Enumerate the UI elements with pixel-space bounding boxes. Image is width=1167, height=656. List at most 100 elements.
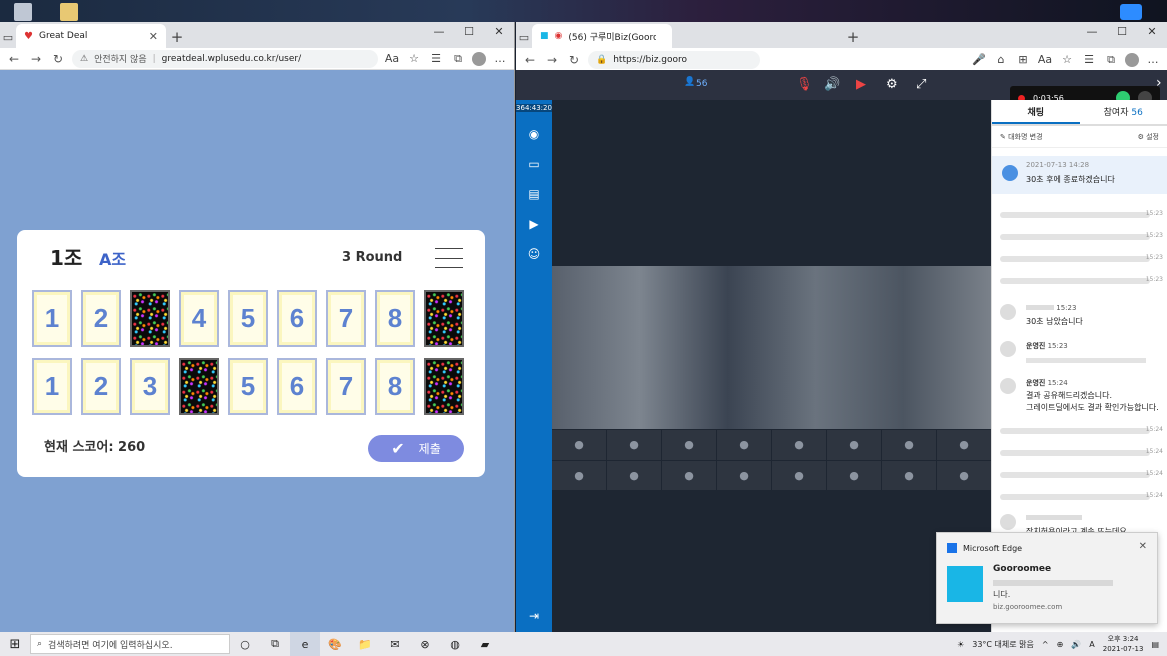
close-notification-icon[interactable]: ✕ [1139, 541, 1147, 552]
number-card[interactable]: 6 [277, 358, 317, 415]
number-card[interactable]: 7 [326, 290, 366, 347]
menu-icon[interactable] [435, 248, 463, 268]
notification-center-icon[interactable]: ▤ [1151, 640, 1159, 649]
mic-muted-icon[interactable]: 🎙 [796, 77, 813, 92]
refresh-icon[interactable]: ↻ [50, 52, 66, 66]
maximize-icon[interactable]: ☐ [454, 22, 484, 42]
close-tab-icon[interactable]: ✕ [149, 30, 158, 43]
new-tab-button[interactable]: + [166, 26, 188, 48]
edge-taskbar-icon[interactable]: e [290, 632, 320, 656]
participant-placeholder-grid: ● ● ● ● ● ● ● ● ● ● ● ● ● ● ● ● [552, 430, 991, 490]
number-card[interactable]: 2 [81, 290, 121, 347]
number-card[interactable]: 8 [375, 358, 415, 415]
emoji-icon[interactable]: ☺ [526, 246, 542, 262]
language-icon[interactable]: A [1089, 640, 1094, 649]
favorites-list-icon[interactable]: ☰ [1081, 53, 1097, 66]
number-card[interactable]: 7 [326, 358, 366, 415]
address-bar[interactable]: ⚠ 안전하지 않음 | greatdeal.wplusedu.co.kr/use… [72, 49, 378, 68]
screen-share-icon[interactable]: ▭ [526, 156, 542, 172]
address-bar[interactable]: 🔒 https://biz.gooro [588, 50, 760, 69]
video-play-icon[interactable]: ▶ [526, 216, 542, 232]
number-card[interactable]: 5 [228, 290, 268, 347]
window-controls: — ☐ ✕ [1077, 22, 1167, 42]
tab-actions-icon[interactable]: ▭ [516, 31, 532, 44]
tab-gooroomee[interactable]: ■ ◉ (56) 구루미Biz(Gooroomee) [532, 24, 672, 48]
apps-icon[interactable]: ⊞ [1015, 53, 1031, 66]
new-tab-button[interactable]: + [842, 26, 864, 48]
mail-icon[interactable]: ✉ [380, 632, 410, 656]
chrome-icon[interactable]: ◍ [440, 632, 470, 656]
tab-participants[interactable]: 참여자 56 [1080, 100, 1167, 124]
file-explorer-icon[interactable]: 📁 [350, 632, 380, 656]
profile-avatar[interactable] [472, 51, 486, 66]
close-window-icon[interactable]: ✕ [484, 22, 514, 42]
zoom-icon[interactable] [1120, 4, 1142, 20]
favorites-list-icon[interactable]: ☰ [428, 52, 444, 65]
minimize-icon[interactable]: — [1077, 22, 1107, 42]
favorite-icon[interactable]: ☆ [1059, 53, 1075, 66]
paint-icon[interactable]: 🎨 [320, 632, 350, 656]
close-window-icon[interactable]: ✕ [1137, 22, 1167, 42]
more-icon[interactable]: … [492, 52, 508, 65]
change-name-link[interactable]: ✎ 대화명 변경 [1000, 132, 1043, 142]
number-card[interactable]: 2 [81, 358, 121, 415]
forward-icon[interactable]: → [544, 53, 560, 67]
face-down-card[interactable] [179, 358, 219, 415]
more-icon[interactable]: … [1145, 53, 1161, 66]
folder-icon[interactable] [60, 3, 78, 21]
collections-icon[interactable]: ⧉ [1103, 53, 1119, 67]
number-card[interactable]: 3 [130, 358, 170, 415]
number-card[interactable]: 4 [179, 290, 219, 347]
collections-icon[interactable]: ⧉ [450, 52, 466, 66]
minimize-icon[interactable]: — [424, 22, 454, 42]
tab-actions-icon[interactable]: ▭ [0, 31, 16, 44]
task-view-icon[interactable]: ⧉ [260, 632, 290, 656]
back-icon[interactable]: ← [6, 52, 22, 66]
face-down-card[interactable] [424, 358, 464, 415]
notification-toast[interactable]: Microsoft Edge ✕ Gooroomee 니다. biz.gooro… [936, 532, 1158, 624]
face-down-card[interactable] [424, 290, 464, 347]
chat-subheader: ✎ 대화명 변경 ⚙ 설정 [992, 126, 1167, 148]
cortana-icon[interactable]: ○ [230, 632, 260, 656]
exit-icon[interactable]: ⇥ [526, 608, 542, 624]
number-card[interactable]: 8 [375, 290, 415, 347]
number-card[interactable]: 6 [277, 290, 317, 347]
profile-icon[interactable]: ◉ [526, 126, 542, 142]
tab-chat[interactable]: 채팅 [992, 100, 1080, 124]
camera-off-icon[interactable]: ▶ [856, 77, 866, 92]
profile-avatar[interactable] [1125, 52, 1139, 67]
taskbar-search[interactable]: ⌕ 검색하려면 여기에 입력하십시오. [30, 634, 230, 654]
network-icon[interactable]: ⊕ [1057, 640, 1064, 649]
xbox-icon[interactable]: ⊗ [410, 632, 440, 656]
face-down-card[interactable] [130, 290, 170, 347]
number-card[interactable]: 1 [32, 358, 72, 415]
toast-body: 니다. [993, 577, 1113, 601]
settings-icon[interactable]: ⚙ [886, 77, 898, 92]
weather-icon: ☀ [957, 639, 965, 649]
forward-icon[interactable]: → [28, 52, 44, 66]
number-card[interactable]: 1 [32, 290, 72, 347]
number-card[interactable]: 5 [228, 358, 268, 415]
camera-icon[interactable]: ⌂ [993, 53, 1009, 66]
read-aloud-icon[interactable]: Aa [1037, 53, 1053, 66]
refresh-icon[interactable]: ↻ [566, 53, 582, 67]
weather-text[interactable]: 33°C 대체로 맑음 [972, 639, 1034, 650]
taskbar: ⊞ ⌕ 검색하려면 여기에 입력하십시오. ○ ⧉ e 🎨 📁 ✉ ⊗ ◍ ▰ … [0, 632, 1167, 656]
tab-great-deal[interactable]: ♥ Great Deal ✕ [16, 24, 166, 48]
microphone-icon[interactable]: 🎤 [971, 53, 987, 66]
read-aloud-icon[interactable]: Aa [384, 52, 400, 65]
volume-icon[interactable]: 🔊 [1071, 640, 1081, 649]
clipboard-icon[interactable]: ▤ [526, 186, 542, 202]
speaker-icon[interactable]: 🔊 [824, 77, 840, 92]
start-button-icon[interactable]: ⊞ [0, 637, 30, 652]
favorite-icon[interactable]: ☆ [406, 52, 422, 65]
tray-expand-icon[interactable]: ^ [1042, 640, 1049, 649]
recycle-bin-icon[interactable] [14, 3, 32, 21]
fullscreen-icon[interactable]: ⤢ [916, 77, 926, 92]
maximize-icon[interactable]: ☐ [1107, 22, 1137, 42]
chat-settings-link[interactable]: ⚙ 설정 [1138, 132, 1159, 142]
clock[interactable]: 오후 3:24 2021-07-13 [1103, 634, 1144, 654]
app-icon[interactable]: ▰ [470, 632, 500, 656]
submit-button[interactable]: ✔ 제출 [368, 435, 464, 462]
back-icon[interactable]: ← [522, 53, 538, 67]
